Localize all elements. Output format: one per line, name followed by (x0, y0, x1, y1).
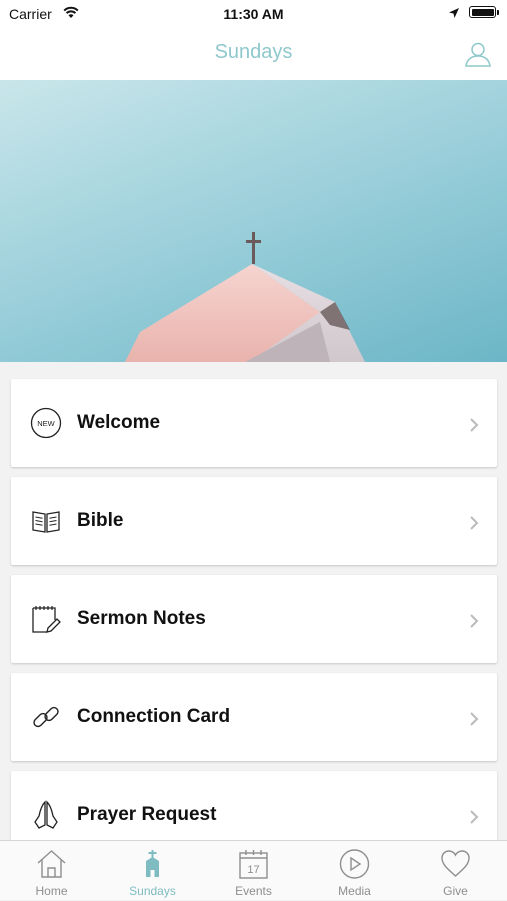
tab-give[interactable]: Give (405, 841, 506, 901)
tab-label: Give (443, 884, 468, 898)
church-icon (136, 847, 169, 880)
menu-item-label: Sermon Notes (77, 608, 206, 629)
menu-item-label: Prayer Request (77, 804, 217, 825)
menu-item-label: Connection Card (77, 706, 231, 727)
navigation-bar: Sundays (0, 28, 507, 80)
location-arrow-icon (448, 6, 460, 24)
tab-label: Sundays (129, 884, 176, 898)
menu-item-connection-card[interactable]: Connection Card (11, 673, 497, 761)
tab-label: Home (35, 884, 68, 898)
notepad-pencil-icon (30, 603, 62, 635)
clock: 11:30 AM (223, 6, 284, 22)
tab-media[interactable]: Media (304, 841, 405, 901)
chevron-right-icon (469, 711, 479, 732)
menu-item-label: Bible (77, 510, 124, 531)
new-badge-icon: NEW (30, 407, 62, 439)
status-bar: Carrier 11:30 AM (0, 0, 507, 28)
menu-item-sermon-notes[interactable]: Sermon Notes (11, 575, 497, 663)
battery-icon (469, 6, 496, 18)
tab-bar: Home Sundays 17 Events Media Give (0, 840, 507, 900)
tab-label: Media (338, 884, 371, 898)
link-icon (30, 701, 62, 733)
menu-item-label: Welcome (77, 412, 161, 433)
tab-events[interactable]: 17 Events (203, 841, 304, 901)
tab-sundays[interactable]: Sundays (102, 841, 203, 901)
chevron-right-icon (469, 417, 479, 438)
page-title: Sundays (214, 41, 293, 63)
calendar-icon: 17 (237, 847, 270, 880)
tab-home[interactable]: Home (1, 841, 102, 901)
chevron-right-icon (469, 809, 479, 830)
menu-item-prayer-request[interactable]: Prayer Request (11, 771, 497, 840)
hero-image (0, 80, 507, 362)
tab-label: Events (235, 884, 272, 898)
calendar-day: 17 (247, 864, 259, 876)
open-book-icon (30, 505, 62, 537)
menu-item-bible[interactable]: Bible (11, 477, 497, 565)
person-icon[interactable] (464, 40, 492, 73)
chevron-right-icon (469, 613, 479, 634)
menu-item-welcome[interactable]: NEW Welcome (11, 379, 497, 467)
praying-hands-icon (30, 799, 62, 831)
new-badge-text: NEW (37, 419, 55, 428)
chevron-right-icon (469, 515, 479, 536)
menu-list: NEW Welcome Bible Sermon Notes Connectio… (0, 362, 507, 840)
house-icon (35, 847, 68, 880)
play-circle-icon (338, 847, 371, 880)
heart-icon (439, 847, 472, 880)
